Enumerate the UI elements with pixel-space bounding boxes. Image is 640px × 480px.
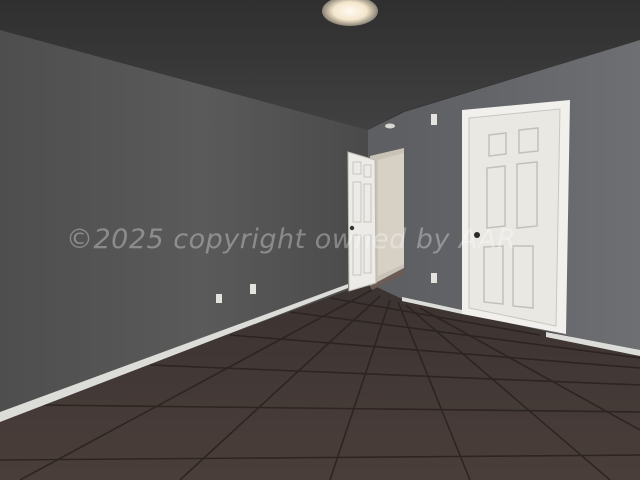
room-photo: ©2025 copyright owned by AAR xyxy=(0,0,640,480)
light-switch xyxy=(431,114,437,125)
wall-outlet-left-2 xyxy=(250,284,256,294)
closet-door[interactable] xyxy=(462,100,570,334)
open-door-panel xyxy=(347,151,377,292)
copyright-watermark: ©2025 copyright owned by AAR xyxy=(66,224,516,255)
smoke-detector xyxy=(385,123,395,129)
wall-outlet-right xyxy=(431,273,437,283)
open-door[interactable] xyxy=(347,151,377,292)
wall-outlet-left-1 xyxy=(216,294,222,303)
hallway-far-wall xyxy=(378,153,404,276)
closet-door-panel xyxy=(468,108,561,327)
